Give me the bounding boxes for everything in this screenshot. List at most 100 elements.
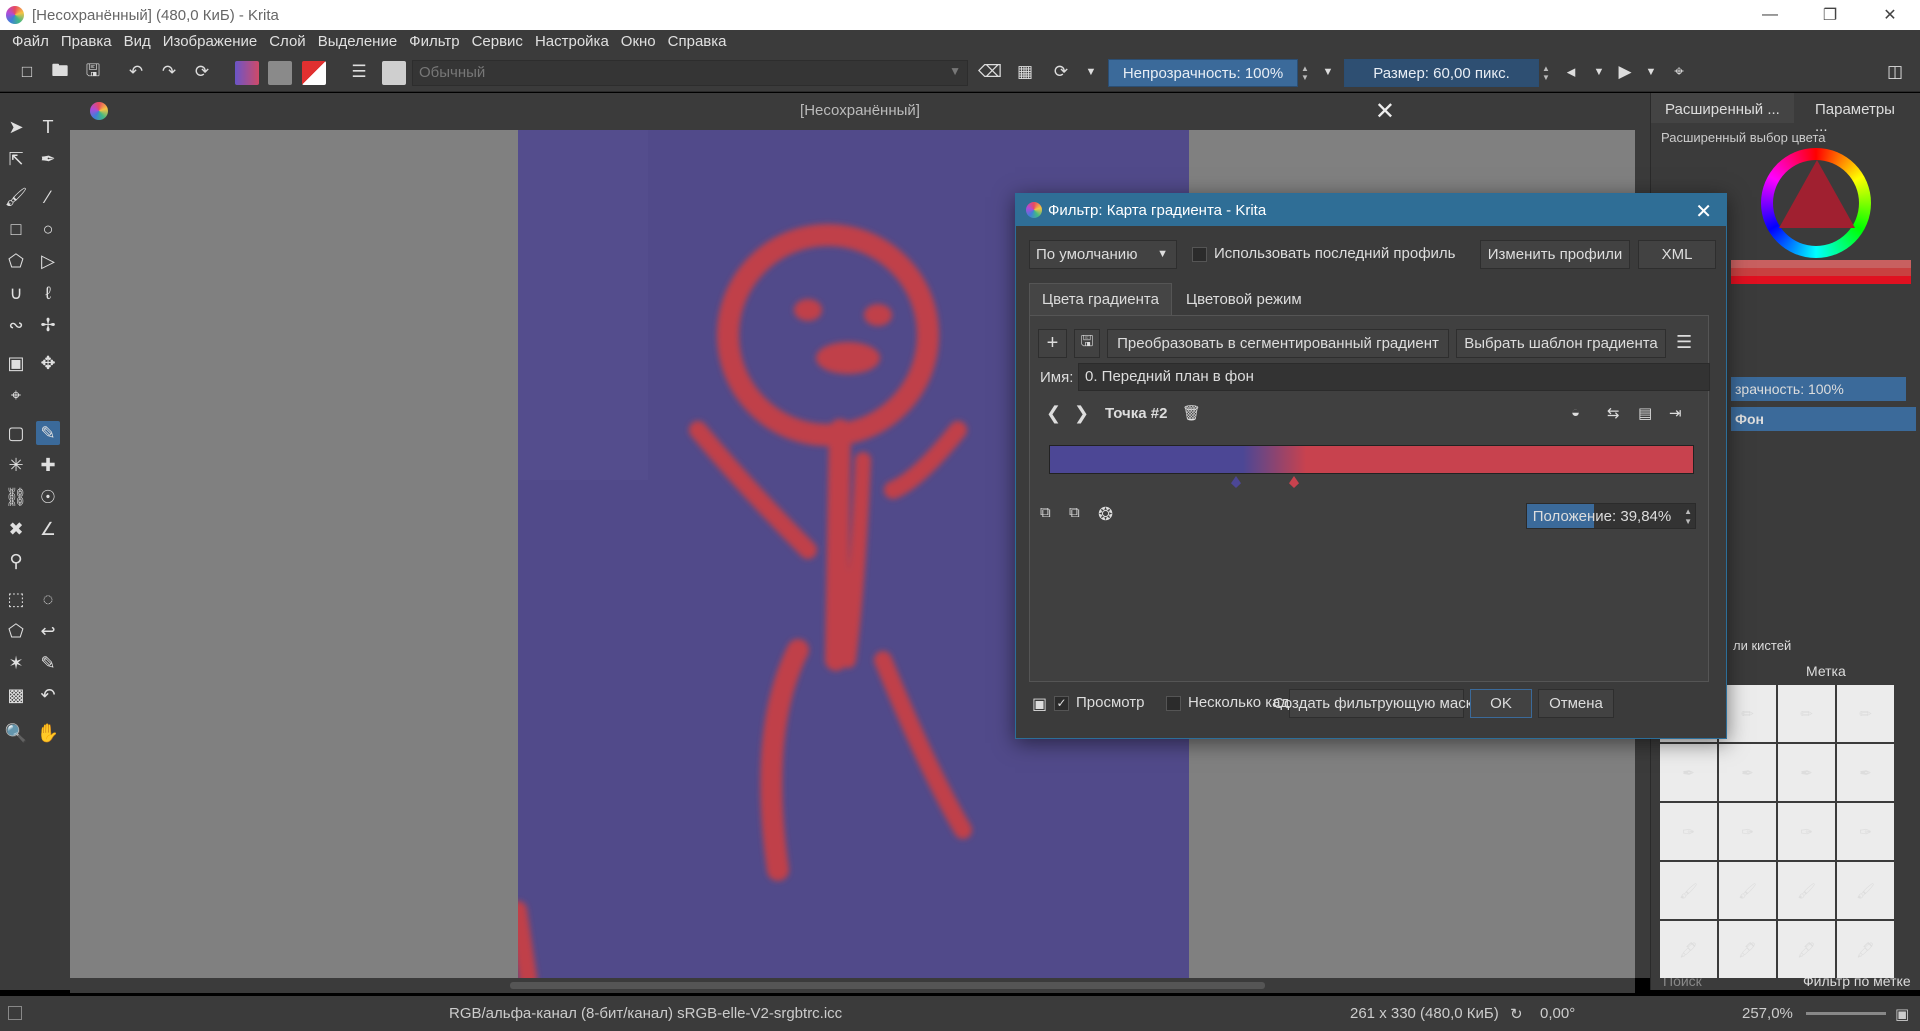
- position-spin-arrows[interactable]: ▲ ▼: [1684, 507, 1692, 527]
- rect-select-icon[interactable]: ⬚: [4, 587, 28, 611]
- chevron-down-icon[interactable]: ▼: [1317, 61, 1339, 83]
- similar-select-icon[interactable]: ✎: [36, 651, 60, 675]
- freehand-select-icon[interactable]: ↩: [36, 619, 60, 643]
- delete-stop-icon[interactable]: 🗑: [1182, 404, 1201, 422]
- polyline-tool-icon[interactable]: ▷: [36, 249, 60, 273]
- menu-settings[interactable]: Настройка: [529, 33, 615, 50]
- gradient-colors-icon[interactable]: ▤: [1638, 404, 1652, 422]
- xml-button[interactable]: XML: [1638, 240, 1716, 269]
- magnetic-select-icon[interactable]: ↶: [36, 683, 60, 707]
- opacity-spinbox[interactable]: Непрозрачность: 100%: [1108, 59, 1298, 87]
- brush-preset-16[interactable]: 🖌: [1837, 862, 1894, 919]
- dialog-close-button[interactable]: ✕: [1695, 199, 1712, 224]
- gradient-swatch[interactable]: [235, 61, 259, 85]
- brush-preset-19[interactable]: 🖋: [1778, 921, 1835, 978]
- menu-file[interactable]: Файл: [6, 33, 55, 50]
- menu-window[interactable]: Окно: [615, 33, 662, 50]
- freehand-path-icon[interactable]: ℓ: [36, 281, 60, 305]
- color-wheel[interactable]: [1761, 148, 1871, 258]
- preview-toggle-icon[interactable]: ▣: [1032, 694, 1047, 714]
- menu-layer[interactable]: Слой: [263, 33, 311, 50]
- brush-preset-18[interactable]: 🖋: [1719, 921, 1776, 978]
- assistant-icon[interactable]: ✖: [4, 517, 28, 541]
- menu-help[interactable]: Справка: [662, 33, 733, 50]
- ellipse-tool-icon[interactable]: ○: [36, 217, 60, 241]
- dynamic-brush-icon[interactable]: ∾: [4, 313, 28, 337]
- enclose-fill-icon[interactable]: ☉: [36, 485, 60, 509]
- tab-gradient-colors[interactable]: Цвета градиента: [1029, 283, 1172, 315]
- menu-hamburger-icon[interactable]: ☰: [1676, 332, 1692, 353]
- spread-stops-icon[interactable]: ⇥: [1669, 404, 1682, 422]
- choose-template-button[interactable]: Выбрать шаблон градиента: [1456, 329, 1666, 358]
- freehand-brush-icon[interactable]: 🖌: [4, 185, 28, 209]
- assistant-tool-icon[interactable]: ✚: [36, 453, 60, 477]
- cancel-button[interactable]: Отмена: [1538, 689, 1614, 718]
- scrollbar-thumb[interactable]: [510, 982, 1265, 989]
- menu-filter[interactable]: Фильтр: [403, 33, 465, 50]
- pattern-swatch[interactable]: [268, 61, 292, 85]
- wrap-around-icon[interactable]: ⌖: [1668, 61, 1690, 83]
- zoom-level[interactable]: 257,0%: [1742, 1005, 1793, 1022]
- zoom-slider[interactable]: [1806, 1012, 1886, 1015]
- save-icon[interactable]: 🖫: [82, 61, 104, 83]
- brush-preset-12[interactable]: ✑: [1837, 803, 1894, 860]
- brush-preset-5[interactable]: ✒: [1660, 744, 1717, 801]
- brush-preset-15[interactable]: 🖌: [1778, 862, 1835, 919]
- brush-preset-17[interactable]: 🖋: [1660, 921, 1717, 978]
- brush-preset-2[interactable]: ✏: [1719, 685, 1776, 742]
- document-tab-title[interactable]: [Несохранённый]: [70, 102, 1650, 119]
- menu-select[interactable]: Выделение: [312, 33, 403, 50]
- multiple-frames-checkbox[interactable]: [1166, 696, 1181, 711]
- brush-preset-11[interactable]: ✑: [1778, 803, 1835, 860]
- dock-layout-icon[interactable]: ◫: [1884, 61, 1906, 83]
- menu-edit[interactable]: Правка: [55, 33, 118, 50]
- close-window-button[interactable]: ✕: [1860, 0, 1920, 30]
- stop-background-icon[interactable]: ⧉: [1069, 504, 1080, 521]
- brush-preset-swatch[interactable]: [382, 61, 406, 85]
- ok-button[interactable]: OK: [1470, 689, 1532, 718]
- stop-foreground-icon[interactable]: ⧉: [1040, 504, 1051, 521]
- ellipse-select-icon[interactable]: ◌: [36, 587, 60, 611]
- reload-icon[interactable]: ⟳: [191, 61, 213, 83]
- minimize-button[interactable]: —: [1740, 0, 1800, 30]
- chevron-down-icon[interactable]: ▼: [1080, 61, 1102, 83]
- edit-shapes-icon[interactable]: ⇱: [4, 147, 28, 171]
- next-stop-icon[interactable]: ❯: [1074, 403, 1089, 424]
- gradient-preview-bar[interactable]: [1049, 445, 1694, 474]
- measure-tool-icon[interactable]: ∠: [36, 517, 60, 541]
- select-shapes-icon[interactable]: ➤: [4, 115, 28, 139]
- reload-preset-icon[interactable]: ⟳: [1050, 61, 1072, 83]
- new-document-icon[interactable]: □: [16, 61, 38, 83]
- zoom-tool-icon[interactable]: 🔍: [4, 721, 28, 745]
- move-tool-icon[interactable]: ✥: [36, 351, 60, 375]
- menu-view[interactable]: Вид: [118, 33, 157, 50]
- pan-tool-icon[interactable]: ✋: [36, 721, 60, 745]
- tag-selector[interactable]: Метка: [1806, 663, 1846, 679]
- open-folder-icon[interactable]: 🖿: [49, 61, 71, 83]
- menu-image[interactable]: Изображение: [157, 33, 264, 50]
- mirror-vertical-icon[interactable]: ▶: [1614, 61, 1636, 83]
- eraser-icon[interactable]: ⌫: [978, 61, 1002, 83]
- maximize-button[interactable]: ❐: [1800, 0, 1860, 30]
- calligraphy-icon[interactable]: ✒: [36, 147, 60, 171]
- menu-tools[interactable]: Сервис: [466, 33, 529, 50]
- rotation-icon[interactable]: ↻: [1510, 1005, 1523, 1023]
- blend-mode-combo[interactable]: Обычный ▼: [412, 60, 968, 86]
- stop-custom-color-icon[interactable]: ❂: [1098, 504, 1113, 525]
- edit-profiles-button[interactable]: Изменить профили: [1480, 240, 1630, 269]
- tab-color-mode[interactable]: Цветовой режим: [1174, 284, 1314, 316]
- alpha-lock-icon[interactable]: ▦: [1014, 61, 1036, 83]
- undo-icon[interactable]: ↶: [125, 61, 147, 83]
- brush-preset-13[interactable]: 🖌: [1660, 862, 1717, 919]
- polygon-tool-icon[interactable]: ⬠: [4, 249, 28, 273]
- bezier-select-icon[interactable]: ▩: [4, 683, 28, 707]
- fg-bg-color-swatch[interactable]: [302, 61, 326, 85]
- convert-segmented-button[interactable]: Преобразовать в сегментированный градиен…: [1107, 329, 1449, 358]
- color-picker-icon[interactable]: ✎: [36, 421, 60, 445]
- brush-preset-14[interactable]: 🖌: [1719, 862, 1776, 919]
- tab-advanced-color[interactable]: Расширенный ...: [1651, 93, 1794, 123]
- polygon-select-icon[interactable]: ⬠: [4, 619, 28, 643]
- brush-preset-10[interactable]: ✑: [1719, 803, 1776, 860]
- crop-tool-icon[interactable]: ⌖: [4, 383, 28, 407]
- brush-preset-6[interactable]: ✒: [1719, 744, 1776, 801]
